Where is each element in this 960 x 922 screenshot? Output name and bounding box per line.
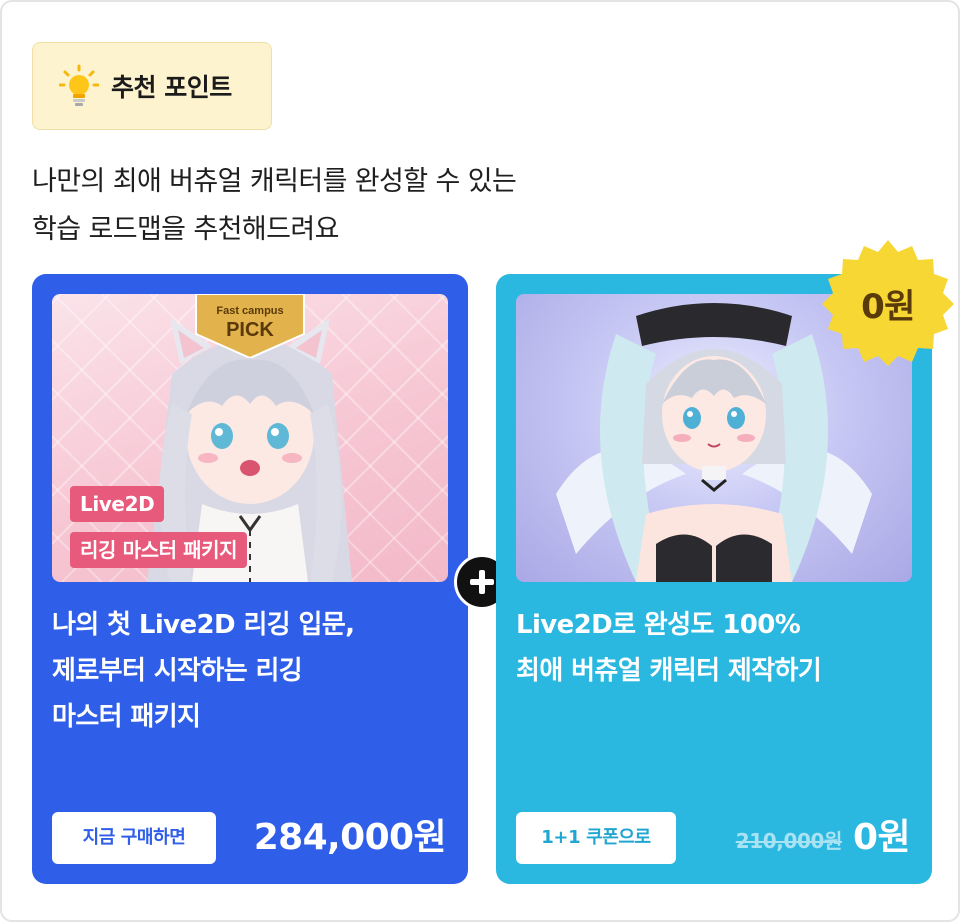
- fastcampus-pick-badge: Fast campus PICK: [195, 294, 305, 358]
- recommendation-panel: 추천 포인트 나만의 최애 버츄얼 캐릭터를 완성할 수 있는 학습 로드맵을 …: [0, 0, 960, 922]
- pick-badge-label: PICK: [226, 319, 274, 341]
- course-title-right: Live2D로 완성도 100% 최애 버츄얼 캐릭터 제작하기: [516, 602, 916, 694]
- description-line-2: 학습 로드맵을 추천해드려요: [32, 214, 339, 245]
- free-price-label: 0원: [861, 286, 915, 327]
- course-title-right-line-2: 최애 버츄얼 캐릭터 제작하기: [516, 656, 822, 686]
- course-price-right: 0원: [853, 817, 911, 858]
- coupon-button[interactable]: 1+1 쿠폰으로: [516, 812, 676, 864]
- tag-live2d: Live2D: [70, 486, 165, 522]
- course-title-left-line-3: 마스터 패키지: [52, 702, 201, 732]
- course-title-left: 나의 첫 Live2D 리깅 입문, 제로부터 시작하는 리깅 마스터 패키지: [52, 602, 452, 740]
- course-thumbnail-left: Fast campus PICK Live2D 리깅 마스터 패키지: [52, 294, 448, 582]
- course-card-live2d-rigging[interactable]: Fast campus PICK Live2D 리깅 마스터 패키지 나의 첫 …: [32, 274, 468, 884]
- recommendation-description: 나만의 최애 버츄얼 캐릭터를 완성할 수 있는 학습 로드맵을 추천해드려요: [32, 158, 672, 254]
- lightbulb-icon: [59, 64, 99, 106]
- plus-glyph-icon: [470, 570, 494, 594]
- course-title-left-line-2: 제로부터 시작하는 리깅: [52, 656, 303, 686]
- buy-now-button[interactable]: 지금 구매하면: [52, 812, 216, 864]
- course-price-left: 284,000원: [253, 817, 447, 858]
- recommend-point-badge: 추천 포인트: [32, 42, 272, 130]
- pick-badge-top: Fast campus: [216, 305, 283, 317]
- original-price: 210,000원: [735, 829, 843, 853]
- course-title-right-line-1: Live2D로 완성도 100%: [516, 610, 801, 640]
- recommend-point-label: 추천 포인트: [111, 73, 232, 102]
- tag-rigging-package: 리깅 마스터 패키지: [70, 532, 248, 568]
- course-title-left-line-1: 나의 첫 Live2D 리깅 입문,: [52, 610, 355, 640]
- description-line-1: 나만의 최애 버츄얼 캐릭터를 완성할 수 있는: [32, 166, 517, 197]
- free-price-badge: 0원: [820, 238, 956, 368]
